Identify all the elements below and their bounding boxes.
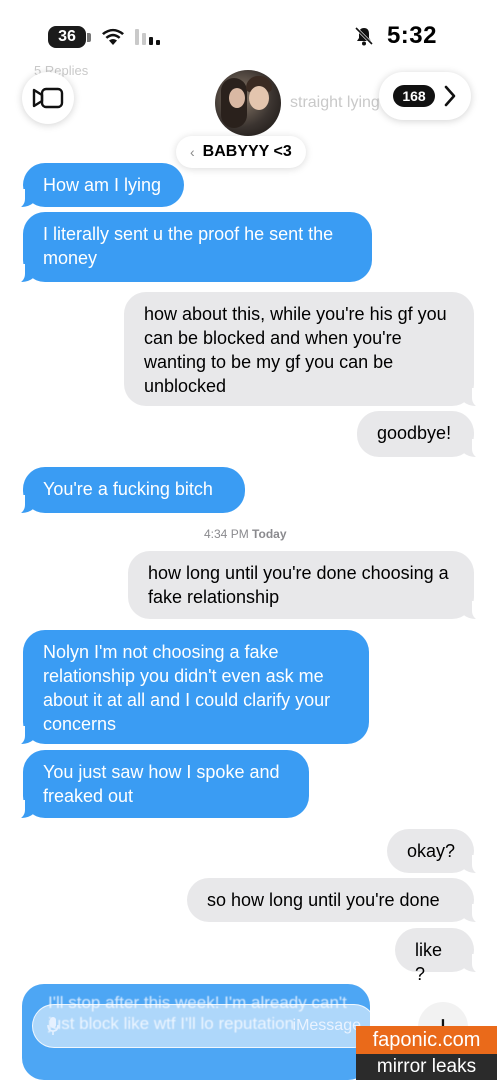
microphone-icon[interactable] [47,1016,59,1036]
chevron-right-icon [444,85,455,107]
contact-avatar[interactable] [215,70,281,136]
message-input[interactable]: iMessage [32,1004,376,1048]
message-bubble-received[interactable]: You're a fucking bitch [11,467,245,515]
battery-indicator: 36 [48,26,86,48]
message-bubble-received[interactable]: How am I lying [11,163,184,209]
status-bar: 36 5:32 [0,0,497,70]
message-bubble-received[interactable]: You just saw how I spoke and freaked out [11,750,309,820]
watermark-tagline: mirror leaks [356,1054,497,1080]
battery-cap [87,32,91,42]
message-bubble-sent[interactable]: goodbye! [357,411,486,459]
cellular-signal-icon [135,29,160,45]
message-bubble-received[interactable]: I literally sent u the proof he sent the… [11,212,372,284]
unread-count-badge: 168 [393,85,435,107]
facetime-button[interactable] [22,72,74,124]
status-right: 5:32 [353,22,437,50]
message-bubble-sent[interactable]: okay? [387,829,486,875]
chevron-icon: ‹ [190,144,195,160]
message-timestamp: 4:34 PM Today [204,527,287,541]
status-left: 36 [48,26,160,48]
message-bubble-sent[interactable]: how about this, while you're his gf you … [124,292,486,408]
message-bubble-sent[interactable]: how long until you're done choosing a fa… [128,551,486,621]
conversation-header: ‹ BABYYY <3 168 [0,62,497,172]
contact-name: BABYYY <3 [202,143,292,160]
contact-name-pill[interactable]: ‹ BABYYY <3 [176,136,306,168]
message-bubble-sent[interactable]: so how long until you're done [187,878,486,924]
wifi-icon [102,28,124,45]
message-bubble-sent[interactable]: like ? [395,928,486,984]
watermark-site: faponic.com [356,1026,497,1054]
bell-muted-icon [354,26,374,46]
video-camera-icon [32,87,64,109]
input-placeholder: iMessage [292,1017,361,1034]
back-button[interactable]: 168 [379,72,471,120]
message-bubble-received[interactable]: Nolyn I'm not choosing a fake relationsh… [11,630,369,746]
clock: 5:32 [386,22,437,49]
